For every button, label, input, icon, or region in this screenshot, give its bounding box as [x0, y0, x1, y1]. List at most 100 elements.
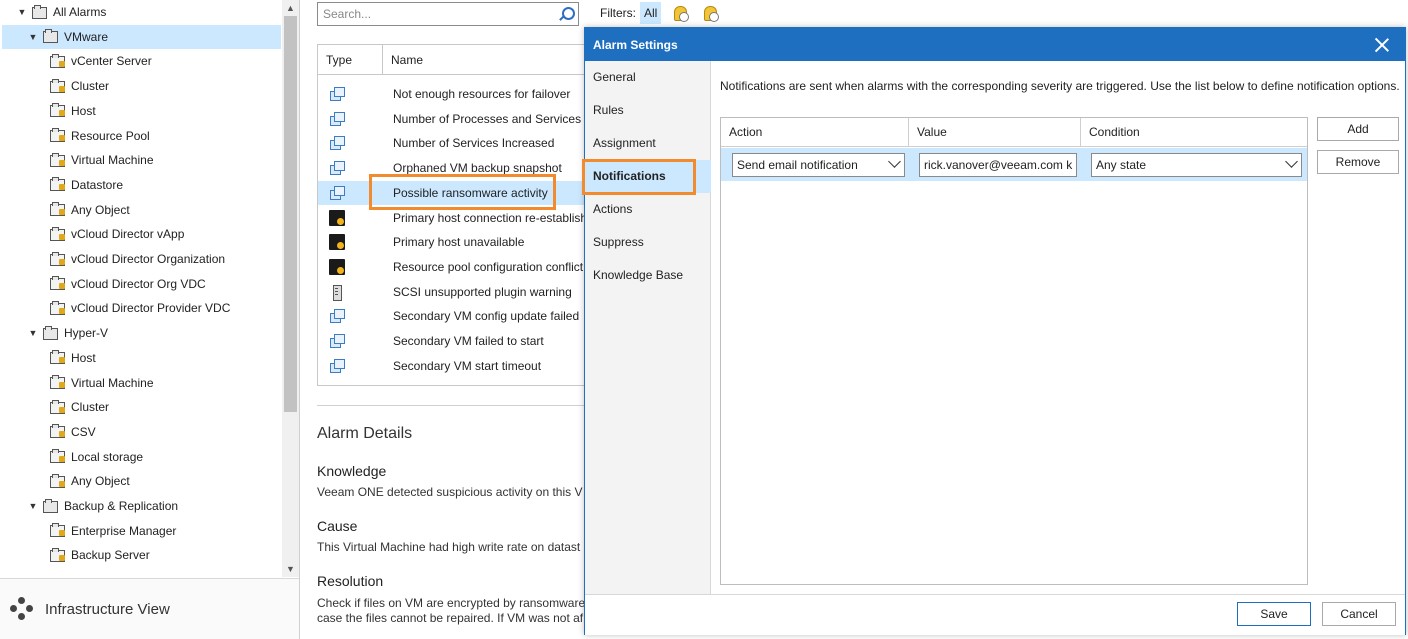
- chevron-down-icon[interactable]: ▼: [16, 7, 28, 17]
- chevron-down-icon[interactable]: [1285, 155, 1298, 168]
- column-type[interactable]: Type: [326, 45, 352, 75]
- tree-item[interactable]: ▼ Hyper-V: [0, 321, 108, 345]
- action-dropdown[interactable]: Send email notification: [732, 153, 905, 177]
- scroll-thumb[interactable]: [284, 16, 297, 412]
- tree-item[interactable]: Any Object: [0, 198, 130, 222]
- host-icon: [329, 258, 345, 275]
- nav-item-rules[interactable]: Rules: [585, 94, 711, 127]
- search-input[interactable]: Search...: [323, 7, 558, 21]
- tree-scrollbar[interactable]: ▲ ▼: [282, 0, 299, 577]
- alarm-folder-icon: [50, 276, 65, 291]
- notifications-table: Action Value Condition Send email notifi…: [720, 117, 1308, 585]
- tree-item[interactable]: vCenter Server: [0, 49, 152, 73]
- nav-item-actions[interactable]: Actions: [585, 193, 711, 226]
- user-alarm-filter-icon[interactable]: [701, 4, 720, 22]
- remove-button[interactable]: Remove: [1317, 150, 1399, 174]
- infrastructure-view-nav[interactable]: Infrastructure View: [0, 578, 299, 639]
- alarm-folder-icon: [50, 523, 65, 538]
- tree-item-label: vCloud Director Organization: [71, 252, 226, 266]
- tree-item[interactable]: Enterprise Manager: [0, 519, 176, 543]
- tree-item[interactable]: ▼ Backup & Replication: [0, 494, 178, 518]
- add-button[interactable]: Add: [1317, 117, 1399, 141]
- alarm-folder-icon: [50, 399, 65, 415]
- tree-item-label: CSV: [71, 424, 96, 439]
- tree-item[interactable]: Host: [0, 99, 96, 123]
- table-row[interactable]: Secondary VM start timeout: [318, 354, 606, 378]
- table-row[interactable]: Possible ransomware activity: [318, 180, 606, 205]
- tree-item[interactable]: Host: [0, 346, 96, 370]
- tree-item[interactable]: Any Object: [0, 469, 130, 493]
- nav-item-knowledge-base[interactable]: Knowledge Base: [585, 259, 711, 292]
- tree-item[interactable]: vCloud Director vApp: [0, 222, 184, 246]
- chevron-down-icon[interactable]: ▼: [27, 32, 39, 42]
- alarm-folder-icon: [50, 300, 65, 316]
- dialog-title-bar[interactable]: Alarm Settings: [585, 28, 1405, 61]
- header-divider: [721, 146, 1307, 147]
- tree-item-label: vCloud Director Org VDC: [71, 276, 206, 291]
- scroll-up-icon[interactable]: ▲: [282, 0, 299, 16]
- table-row[interactable]: Secondary VM config update failed: [318, 304, 606, 328]
- tree-item-label: Resource Pool: [71, 128, 150, 143]
- tree-item[interactable]: Backup Server: [0, 543, 150, 567]
- nav-item-assignment[interactable]: Assignment: [585, 127, 711, 160]
- tree-item[interactable]: vCloud Director Org VDC: [0, 272, 206, 296]
- tree-item-label: Cluster: [71, 79, 110, 94]
- table-row[interactable]: SCSI unsupported plugin warning: [318, 280, 606, 304]
- tree-item[interactable]: Datastore: [0, 173, 123, 197]
- save-button[interactable]: Save: [1237, 602, 1311, 626]
- tree-item-label: VMware: [64, 29, 109, 44]
- condition-dropdown[interactable]: Any state: [1091, 153, 1302, 177]
- nav-item-notifications[interactable]: Notifications: [585, 160, 711, 193]
- tree-item-label: Enterprise Manager: [71, 523, 177, 538]
- chevron-down-icon[interactable]: ▼: [27, 501, 39, 511]
- filters-label: Filters:: [600, 6, 636, 20]
- filter-all-button[interactable]: All: [640, 2, 662, 24]
- nav-item-suppress[interactable]: Suppress: [585, 226, 711, 259]
- tree-item[interactable]: ▼ VMware: [2, 24, 281, 49]
- column-action[interactable]: Action: [721, 118, 908, 146]
- tree-item-label: vCloud Director Provider VDC: [71, 301, 231, 316]
- cancel-button[interactable]: Cancel: [1322, 602, 1396, 626]
- tree-item[interactable]: Virtual Machine: [0, 148, 154, 172]
- notifications-description: Notifications are sent when alarms with …: [720, 79, 1400, 93]
- table-row[interactable]: Resource pool configuration conflict: [318, 255, 606, 279]
- notification-row[interactable]: Send email notification rick.vanover@vee…: [721, 148, 1307, 181]
- column-separator[interactable]: [382, 45, 383, 75]
- infrastructure-view-label: Infrastructure View: [45, 600, 170, 618]
- tree-item[interactable]: Cluster: [0, 395, 109, 419]
- search-icon[interactable]: [558, 6, 575, 22]
- column-condition[interactable]: Condition: [1081, 118, 1307, 146]
- tree-item[interactable]: Resource Pool: [0, 124, 150, 148]
- value-input[interactable]: rick.vanover@veeam.com k: [919, 153, 1077, 177]
- table-row[interactable]: Not enough resources for failover: [318, 82, 606, 106]
- virtual-machine-icon: [329, 111, 345, 127]
- tree-item[interactable]: Cluster: [0, 74, 109, 98]
- tree-item[interactable]: vCloud Director Provider VDC: [0, 296, 230, 320]
- alarm-folder-icon: [50, 547, 65, 563]
- table-row[interactable]: Number of Processes and Services Increas…: [318, 107, 606, 131]
- virtual-machine-icon: [329, 185, 345, 201]
- table-row[interactable]: Primary host unavailable: [318, 230, 606, 254]
- table-row[interactable]: Secondary VM failed to start: [318, 329, 606, 353]
- chevron-down-icon[interactable]: [888, 155, 901, 168]
- tree-item-label: Hyper-V: [64, 326, 109, 341]
- search-box[interactable]: Search...: [317, 2, 579, 26]
- tree-item[interactable]: vCloud Director Organization: [0, 247, 225, 271]
- alarm-folder-icon: [50, 226, 65, 242]
- table-row[interactable]: Number of Services Increased: [318, 131, 606, 155]
- tree-item[interactable]: Virtual Machine: [0, 371, 154, 395]
- table-row[interactable]: Primary host connection re-establish: [318, 206, 606, 230]
- scroll-down-icon[interactable]: ▼: [282, 561, 299, 577]
- nav-item-general[interactable]: General: [585, 61, 711, 94]
- tree-item[interactable]: ▼ All Alarms: [0, 0, 106, 24]
- close-icon[interactable]: [1373, 36, 1391, 54]
- pane-divider[interactable]: [299, 0, 300, 639]
- tree-item[interactable]: CSV: [0, 420, 96, 444]
- column-value[interactable]: Value: [909, 118, 1081, 146]
- chevron-down-icon[interactable]: ▼: [27, 328, 39, 338]
- table-row[interactable]: Orphaned VM backup snapshot: [318, 156, 606, 180]
- alarm-filter-icon[interactable]: [671, 4, 690, 22]
- tree-item-label: Virtual Machine: [71, 375, 154, 390]
- column-name[interactable]: Name: [391, 45, 423, 75]
- tree-item[interactable]: Local storage: [0, 445, 143, 469]
